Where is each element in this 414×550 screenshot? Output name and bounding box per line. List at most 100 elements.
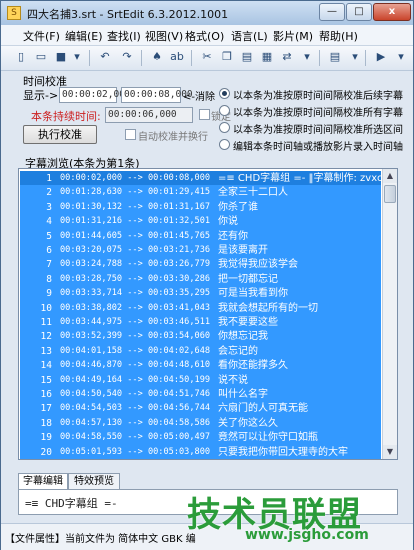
row-text: 会忘记的 — [218, 345, 258, 357]
maximize-button[interactable]: □ — [346, 3, 372, 21]
table-row[interactable]: 9 00:03:33,714 --> 00:03:35,295 可是当我看到你 — [20, 286, 381, 302]
window-title: 四大名捕3.srt - SrtEdit 6.3.2012.1001 — [27, 8, 229, 21]
table-row[interactable]: 12 00:03:52,399 --> 00:03:54,060 你想忘记我 — [20, 329, 381, 345]
row-text: 你说 — [218, 216, 238, 228]
row-number: 11 — [40, 317, 52, 328]
translate-icon[interactable]: ⇄ — [279, 49, 295, 65]
option-radio-selected-range[interactable] — [219, 122, 230, 133]
scroll-down-icon[interactable]: ▼ — [383, 445, 397, 459]
dropdown-icon[interactable]: ▾ — [347, 49, 363, 65]
row-time: 00:05:01,593 --> 00:05:03,800 — [60, 446, 211, 457]
toolbar-divider — [319, 50, 320, 66]
lock-checkbox[interactable] — [199, 109, 210, 120]
table-row[interactable]: 15 00:04:49,164 --> 00:04:50,199 说不说 — [20, 372, 381, 388]
open-folder-icon[interactable]: ▭ — [33, 49, 49, 65]
save-dropdown-icon[interactable]: ▾ — [69, 49, 85, 65]
format-icon[interactable]: ▦ — [259, 49, 275, 65]
table-row[interactable]: 2 00:01:28,630 --> 00:01:29,415 全家三十二口人 — [20, 185, 381, 201]
toolbar-divider — [141, 50, 142, 66]
table-row[interactable]: 19 00:04:58,550 --> 00:05:00,497 竟然可以让你守口如… — [20, 430, 381, 446]
paste-icon[interactable]: ▤ — [239, 49, 255, 65]
menu-help[interactable]: 帮助(H) — [319, 28, 358, 44]
end-time-input[interactable]: 00:00:08,000 — [121, 87, 193, 103]
scroll-up-icon[interactable]: ▲ — [383, 169, 397, 183]
table-row[interactable]: 4 00:01:31,216 --> 00:01:32,501 你说 — [20, 214, 381, 230]
option-label-all: 以本条为准按原时间间隔校准所有字幕 — [233, 108, 403, 119]
copy-icon[interactable]: ❐ — [219, 49, 235, 65]
row-number: 13 — [40, 345, 52, 357]
row-text: 看你还能撑多久 — [218, 360, 288, 372]
row-text: 我就会想起所有的一切 — [218, 302, 318, 314]
subtitle-list[interactable]: 1 00:00:02,000 --> 00:00:08,000 =≡ CHD字幕组 … — [18, 168, 398, 460]
execute-calibration-button[interactable]: 执行校准 — [23, 125, 97, 144]
play-icon[interactable]: ▶ — [373, 49, 389, 65]
row-number: 9 — [46, 288, 52, 300]
find-icon[interactable]: ♠ — [149, 49, 165, 65]
table-row[interactable]: 20 00:05:01,593 --> 00:05:03,800 只要我把你带回大理… — [20, 444, 381, 459]
redo-icon[interactable]: ↷ — [119, 49, 135, 65]
tab-subtitle-edit[interactable]: 字幕编辑 — [18, 473, 68, 490]
table-row[interactable]: 5 00:01:44,605 --> 00:01:45,765 还有你 — [20, 228, 381, 244]
menu-movie[interactable]: 影片(M) — [273, 28, 313, 44]
table-row[interactable]: 14 00:04:46,870 --> 00:04:48,610 看你还能撑多久 — [20, 358, 381, 374]
row-number: 10 — [40, 302, 52, 314]
table-row[interactable]: 17 00:04:54,503 --> 00:04:56,744 六扇门的人可真无能 — [20, 401, 381, 417]
auto-calibrate-checkbox[interactable] — [125, 129, 136, 140]
row-time: 00:04:57,130 --> 00:04:58,586 — [60, 417, 211, 428]
table-row[interactable]: 10 00:03:38,802 --> 00:03:41,043 我就会想起所有的一… — [20, 300, 381, 316]
table-row[interactable]: 3 00:01:30,132 --> 00:01:31,167 你杀了谁 — [20, 199, 381, 215]
undo-icon[interactable]: ↶ — [97, 49, 113, 65]
cut-icon[interactable]: ✂ — [199, 49, 215, 65]
table-row[interactable]: 16 00:04:50,540 --> 00:04:51,746 叫什么名字 — [20, 387, 381, 402]
replace-icon[interactable]: ab — [169, 49, 185, 65]
save-icon[interactable]: ■ — [53, 49, 69, 65]
table-row[interactable]: 6 00:03:20,075 --> 00:03:21,736 是该要离开 — [20, 243, 381, 258]
row-text: =≡ CHD字幕组 =- ‖字幕制作: zvxc1220( — [218, 173, 381, 184]
row-time: 00:04:58,550 --> 00:05:00,497 — [60, 432, 211, 443]
menu-language[interactable]: 语言(L) — [231, 28, 268, 44]
close-button[interactable]: x — [373, 3, 411, 21]
row-number: 20 — [40, 446, 52, 458]
row-number: 12 — [40, 331, 52, 343]
menu-edit[interactable]: 编辑(E) — [65, 28, 103, 44]
tab-effect-preview[interactable]: 特效预览 — [68, 473, 120, 489]
table-row[interactable]: 18 00:04:57,130 --> 00:04:58,586 关了你这么久 — [20, 415, 381, 431]
row-text: 关了你这么久 — [218, 417, 278, 429]
menu-find[interactable]: 查找(I) — [107, 28, 141, 44]
table-row[interactable]: 8 00:03:28,750 --> 00:03:30,286 把一切都忘记 — [20, 271, 381, 287]
vertical-scrollbar[interactable]: ▲ ▼ — [382, 169, 397, 459]
row-number: 3 — [46, 201, 52, 213]
dropdown-icon[interactable]: ▾ — [299, 49, 315, 65]
table-row[interactable]: 1 00:00:02,000 --> 00:00:08,000 =≡ CHD字幕组 … — [20, 171, 381, 186]
new-file-icon[interactable]: ▯ — [13, 49, 29, 65]
row-text: 把一切都忘记 — [218, 273, 278, 285]
row-number: 7 — [46, 259, 52, 271]
option-radio-all[interactable] — [219, 105, 230, 116]
erase-button[interactable]: <-消除 — [183, 88, 215, 103]
table-row[interactable]: 13 00:04:01,158 --> 00:04:02,648 会忘记的 — [20, 343, 381, 359]
dropdown-icon[interactable]: ▾ — [393, 49, 409, 65]
toolbar-divider — [365, 50, 366, 66]
minimize-button[interactable]: — — [319, 3, 345, 21]
editor-text: =≡ CHD字幕组 =- — [25, 497, 118, 510]
table-row[interactable]: 7 00:03:24,788 --> 00:03:26,779 我觉得我应该学会 — [20, 257, 381, 273]
menu-view[interactable]: 视图(V) — [145, 28, 183, 44]
list-icon[interactable]: ▤ — [327, 49, 343, 65]
auto-calibrate-label: 自动校准并换行 — [138, 132, 208, 143]
row-time: 00:03:24,788 --> 00:03:26,779 — [60, 259, 211, 270]
scroll-thumb[interactable] — [384, 185, 396, 203]
start-time-input[interactable]: 00:00:02,000 — [59, 87, 131, 103]
row-time: 00:03:52,399 --> 00:03:54,060 — [60, 331, 211, 342]
menu-bar: 文件(F) 编辑(E) 查找(I) 视图(V) 格式(O) 语言(L) 影片(M… — [1, 25, 413, 46]
row-number: 6 — [46, 245, 52, 256]
table-row[interactable]: 11 00:03:44,975 --> 00:03:46,511 我不要要这些 — [20, 315, 381, 330]
menu-file[interactable]: 文件(F) — [23, 28, 60, 44]
menu-format[interactable]: 格式(O) — [185, 28, 224, 44]
row-number: 14 — [40, 360, 52, 372]
watermark-url: www.jsgho.com — [245, 527, 369, 543]
option-radio-edit-timeline[interactable] — [219, 139, 230, 150]
row-number: 16 — [40, 389, 52, 400]
option-radio-following[interactable] — [219, 88, 230, 99]
row-time: 00:01:31,216 --> 00:01:32,501 — [60, 216, 211, 227]
row-time: 00:01:28,630 --> 00:01:29,415 — [60, 187, 211, 198]
